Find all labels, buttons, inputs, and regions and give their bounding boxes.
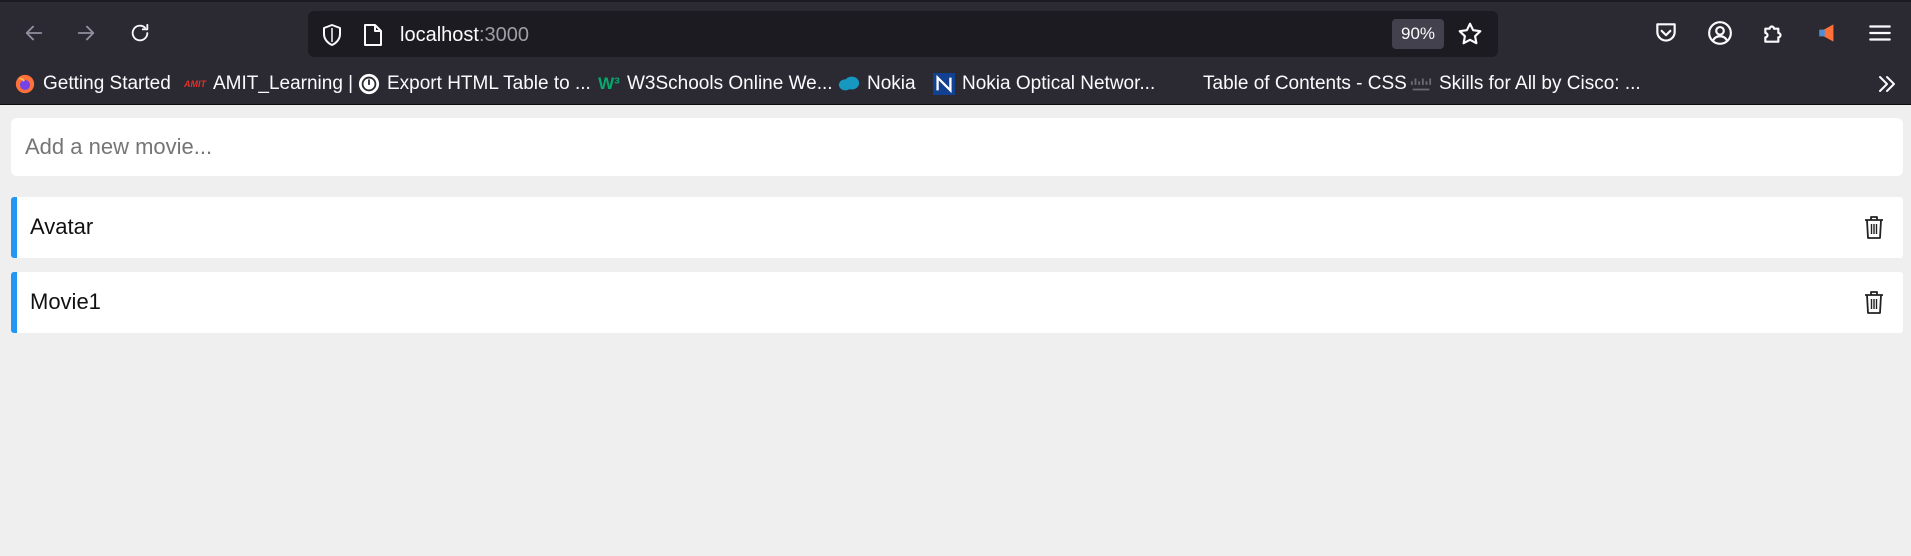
extensions-button[interactable] [1760, 19, 1788, 47]
bookmark-nokia-optical[interactable]: Nokia Optical Networ... [933, 70, 1155, 98]
url-text[interactable]: localhost:3000 [400, 23, 529, 47]
bookmark-table-of-contents-css[interactable]: Table of Contents - CSS [1174, 70, 1407, 98]
puzzle-icon [1764, 25, 1782, 43]
bookmark-getting-started[interactable]: Getting Started [14, 70, 171, 98]
extension-button[interactable] [1814, 19, 1842, 47]
bookmark-export-html-table[interactable]: Export HTML Table to ... [358, 70, 591, 98]
blank-page-icon [1174, 73, 1196, 95]
movie-title: Movie1 [30, 289, 101, 314]
chevron-double-right-icon[interactable] [1875, 72, 1899, 96]
bookmark-label: Table of Contents - CSS [1203, 73, 1407, 94]
w3schools-icon: W³ [598, 74, 620, 93]
back-button[interactable] [16, 15, 52, 51]
bookmark-amit-learning[interactable]: AMIT AMIT_Learning | [184, 70, 353, 98]
account-button[interactable] [1706, 19, 1734, 47]
zoom-level-button[interactable]: 90% [1392, 19, 1444, 49]
arrow-right-icon [77, 25, 95, 41]
export-table-icon [358, 73, 380, 95]
trash-icon[interactable] [1863, 289, 1885, 315]
pocket-icon [1656, 23, 1676, 42]
account-icon [1708, 21, 1732, 45]
bookmark-nokia[interactable]: Nokia [838, 70, 916, 98]
arrow-left-icon [25, 25, 43, 41]
bookmark-w3schools[interactable]: W³ W3Schools Online We... [598, 70, 833, 98]
salesforce-cloud-icon [838, 73, 860, 95]
bookmark-star-icon[interactable] [1457, 21, 1483, 47]
megaphone-extension-icon [1819, 24, 1834, 42]
movie-list-item[interactable]: Movie1 [11, 272, 1903, 333]
page-icon[interactable] [362, 23, 384, 47]
pocket-button[interactable] [1652, 19, 1680, 47]
nokia-icon [933, 73, 955, 95]
movie-title: Avatar [30, 214, 94, 239]
bookmark-label: Export HTML Table to ... [387, 73, 591, 94]
new-movie-input[interactable] [11, 118, 1903, 176]
bookmark-label: AMIT_Learning | [213, 73, 354, 94]
bookmark-label: Getting Started [43, 73, 171, 94]
browser-chrome: localhost:3000 90% Getting Started AMIT [0, 0, 1911, 105]
reload-icon [131, 23, 149, 42]
bookmark-label: Nokia [867, 73, 916, 94]
trash-icon[interactable] [1863, 214, 1885, 240]
movie-list-item[interactable]: Avatar [11, 197, 1903, 258]
bookmark-label: W3Schools Online We... [627, 73, 833, 94]
bookmark-label: Nokia Optical Networ... [962, 73, 1156, 94]
url-port: :3000 [478, 24, 529, 46]
hamburger-menu-icon [1869, 25, 1891, 41]
amit-icon: AMIT [184, 79, 206, 89]
menu-button[interactable] [1866, 19, 1894, 47]
reload-button[interactable] [122, 15, 158, 51]
bookmarks-toolbar: Getting Started AMIT AMIT_Learning | Exp… [0, 64, 1911, 105]
bookmark-label: Skills for All by Cisco: ... [1439, 73, 1641, 94]
address-bar[interactable]: localhost:3000 90% [308, 11, 1498, 57]
bookmark-skills-for-all-cisco[interactable]: Skills for All by Cisco: ... [1410, 70, 1641, 98]
browser-toolbar: localhost:3000 90% [0, 0, 1911, 64]
cisco-icon [1410, 73, 1432, 95]
forward-button[interactable] [68, 15, 104, 51]
shield-icon[interactable] [320, 23, 344, 47]
firefox-icon [14, 73, 36, 95]
url-host: localhost [400, 24, 479, 46]
